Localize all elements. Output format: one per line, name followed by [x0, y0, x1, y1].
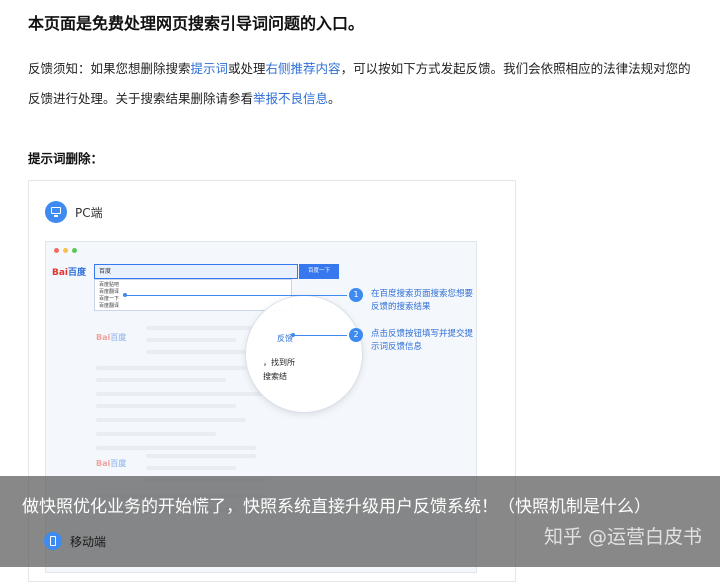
placeholder-line — [96, 392, 266, 396]
callout-badge-2: 2 — [349, 328, 363, 342]
link-right-recommendations[interactable]: 右侧推荐内容 — [266, 61, 341, 76]
intro-text-1: 反馈须知：如果您想删除搜索 — [28, 61, 191, 76]
suggestion-item[interactable]: 百度翻译 — [99, 303, 287, 310]
monitor-icon — [45, 201, 67, 223]
placeholder-line — [96, 378, 226, 382]
minimize-dot — [63, 248, 68, 253]
intro-text-4: 。 — [328, 91, 341, 106]
callout-text-2: 点击反馈按钮填写并提交提示词反馈信息 — [371, 329, 474, 352]
pc-label: PC端 — [75, 205, 103, 220]
mobile-label: 移动端 — [70, 534, 107, 549]
suggestion-item[interactable]: 百度一下 — [99, 296, 287, 303]
faded-logo: Bai百度 — [96, 333, 127, 342]
section-heading: 提示词删除： — [28, 151, 104, 166]
maximize-dot — [72, 248, 77, 253]
zhihu-watermark: 知乎 @运营白皮书 — [543, 526, 702, 548]
search-button[interactable]: 百度一下 — [299, 264, 339, 279]
pc-header: PC端 — [45, 201, 103, 223]
placeholder-line — [96, 366, 246, 370]
placeholder-line — [146, 466, 236, 470]
phone-icon — [44, 532, 62, 550]
magnifier-lens: 反馈 ，找到所 搜索结 — [246, 296, 362, 412]
article-caption: 做快照优化业务的开始慌了，快照系统直接升级用户反馈系统！（快照机制是什么） — [22, 497, 651, 517]
window-controls — [54, 248, 77, 253]
placeholder-line — [146, 338, 236, 342]
magnified-text: 搜索结 — [263, 372, 287, 381]
magnified-text: ，找到所 — [263, 358, 295, 367]
placeholder-line — [146, 326, 256, 330]
feedback-notice: 反馈须知：如果您想删除搜索提示词或处理右侧推荐内容，可以按如下方式发起反馈。我们… — [28, 54, 692, 114]
mobile-header: 移动端 — [44, 532, 106, 550]
placeholder-line — [96, 432, 216, 436]
callout-line — [125, 295, 347, 296]
close-dot — [54, 248, 59, 253]
suggestion-item[interactable]: 百度贴吧 — [99, 282, 287, 289]
callout-text-1: 在百度搜索页面搜索您想要反馈的搜索结果 — [371, 289, 474, 312]
faded-logo: Bai百度 — [96, 459, 127, 468]
page-title: 本页面是免费处理网页搜索引导词问题的入口。 — [28, 14, 365, 33]
callout-line — [293, 335, 347, 336]
intro-text-2: 或处理 — [228, 61, 266, 76]
placeholder-line — [146, 454, 256, 458]
placeholder-line — [96, 446, 256, 450]
placeholder-line — [146, 350, 246, 354]
search-input[interactable]: 百度 — [94, 264, 298, 279]
baidu-logo: Bai百度 — [52, 268, 87, 278]
link-report-bad-info[interactable]: 举报不良信息 — [253, 91, 328, 106]
callout-badge-1: 1 — [349, 288, 363, 302]
placeholder-line — [96, 404, 236, 408]
placeholder-line — [96, 418, 246, 422]
link-suggestion-words[interactable]: 提示词 — [191, 61, 229, 76]
